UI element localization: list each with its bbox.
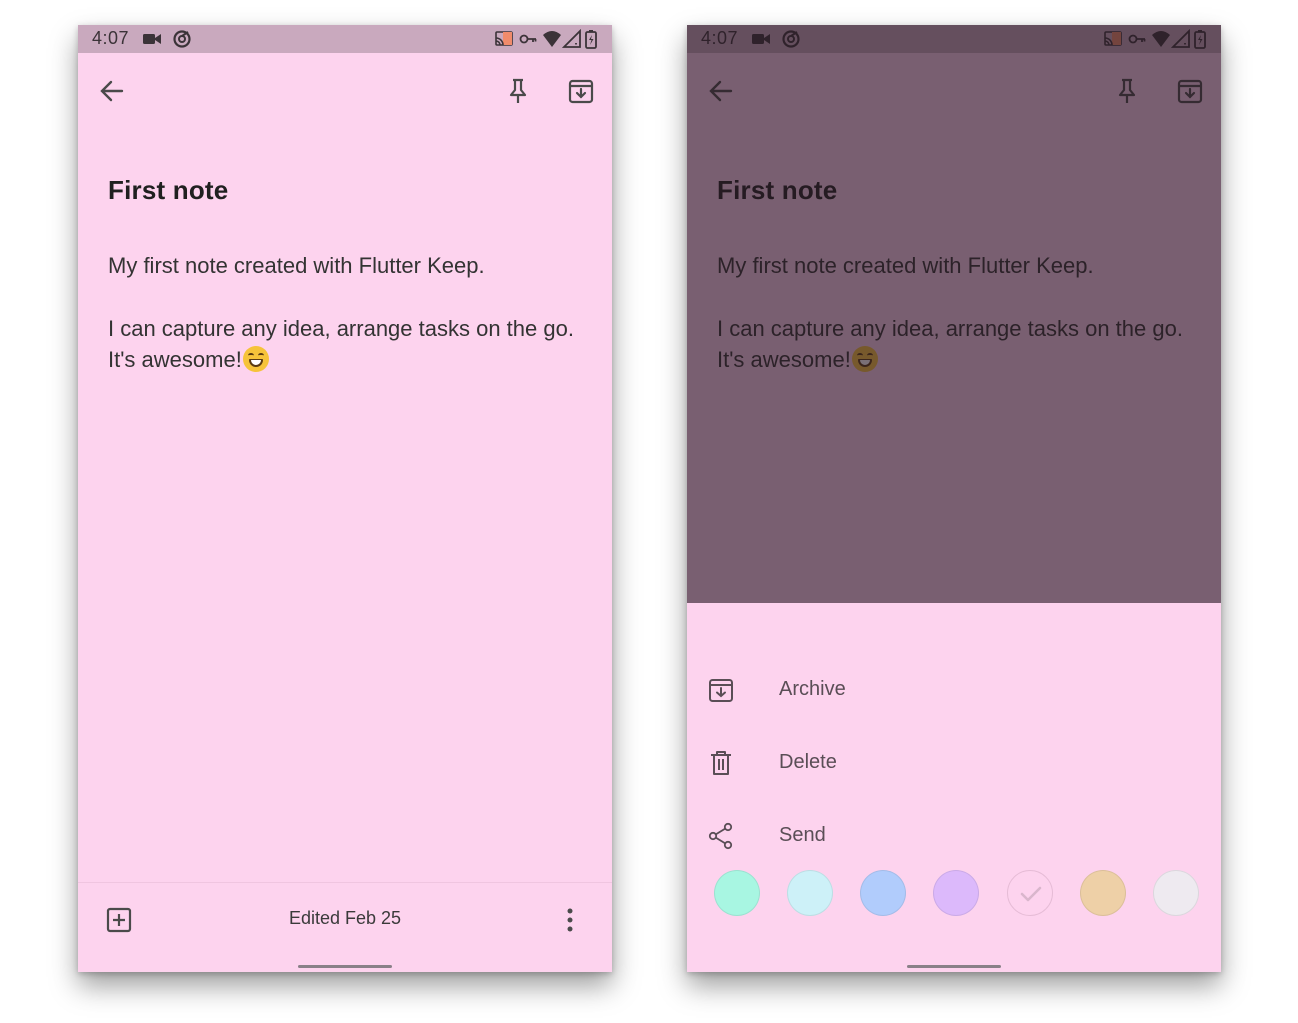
vpn-key-icon: [519, 34, 537, 44]
trash-icon: [711, 751, 731, 775]
cell-signal-icon: [562, 29, 581, 48]
note-paragraph-2: I can capture any idea, arrange tasks on…: [108, 316, 574, 372]
battery-icon: [585, 30, 597, 49]
status-time: 4:07: [92, 28, 130, 48]
color-swatch-light-gray[interactable]: [1153, 870, 1199, 916]
archive-icon[interactable]: [565, 75, 597, 107]
gesture-bar: [907, 965, 1001, 968]
color-swatch-purple[interactable]: [933, 870, 979, 916]
color-swatch-light-cyan[interactable]: [787, 870, 833, 916]
note-paragraph-1: My first note created with Flutter Keep.: [108, 253, 485, 278]
video-record-icon: [143, 34, 161, 44]
share-icon: [708, 822, 733, 850]
grinning-emoji-icon: [242, 346, 269, 372]
back-arrow-icon[interactable]: [96, 75, 128, 107]
menu-item-label: Delete: [779, 751, 837, 773]
color-swatch-beige[interactable]: [1080, 870, 1126, 916]
cast-icon: [495, 31, 513, 46]
menu-item-label: Archive: [779, 678, 846, 700]
pin-icon[interactable]: [502, 75, 534, 107]
data-saver-icon: [173, 30, 191, 48]
gesture-bar: [298, 965, 392, 968]
menu-item-delete[interactable]: Delete: [687, 738, 1221, 788]
modal-scrim[interactable]: [687, 25, 1221, 603]
note-body[interactable]: My first note created with Flutter Keep.…: [108, 250, 578, 407]
color-swatch-mint[interactable]: [714, 870, 760, 916]
check-icon: [1020, 886, 1042, 902]
archive-icon: [709, 679, 733, 702]
wifi-icon: [543, 31, 561, 47]
note-options-sheet: Archive Delete Send: [687, 603, 1221, 972]
more-vert-icon[interactable]: [556, 906, 584, 934]
note-options-screen: 4:07 First note My first note created wi…: [687, 25, 1221, 972]
note-title[interactable]: First note: [108, 175, 228, 206]
menu-item-archive[interactable]: Archive: [687, 665, 1221, 715]
color-swatch-pink-selected[interactable]: [1007, 870, 1053, 916]
menu-item-send[interactable]: Send: [687, 811, 1221, 861]
note-editor-screen: 4:07 First note My first note created wi…: [78, 25, 612, 972]
menu-item-label: Send: [779, 824, 826, 846]
edited-timestamp: Edited Feb 25: [288, 908, 402, 928]
color-swatch-blue[interactable]: [860, 870, 906, 916]
status-bar: 4:07: [78, 25, 612, 53]
